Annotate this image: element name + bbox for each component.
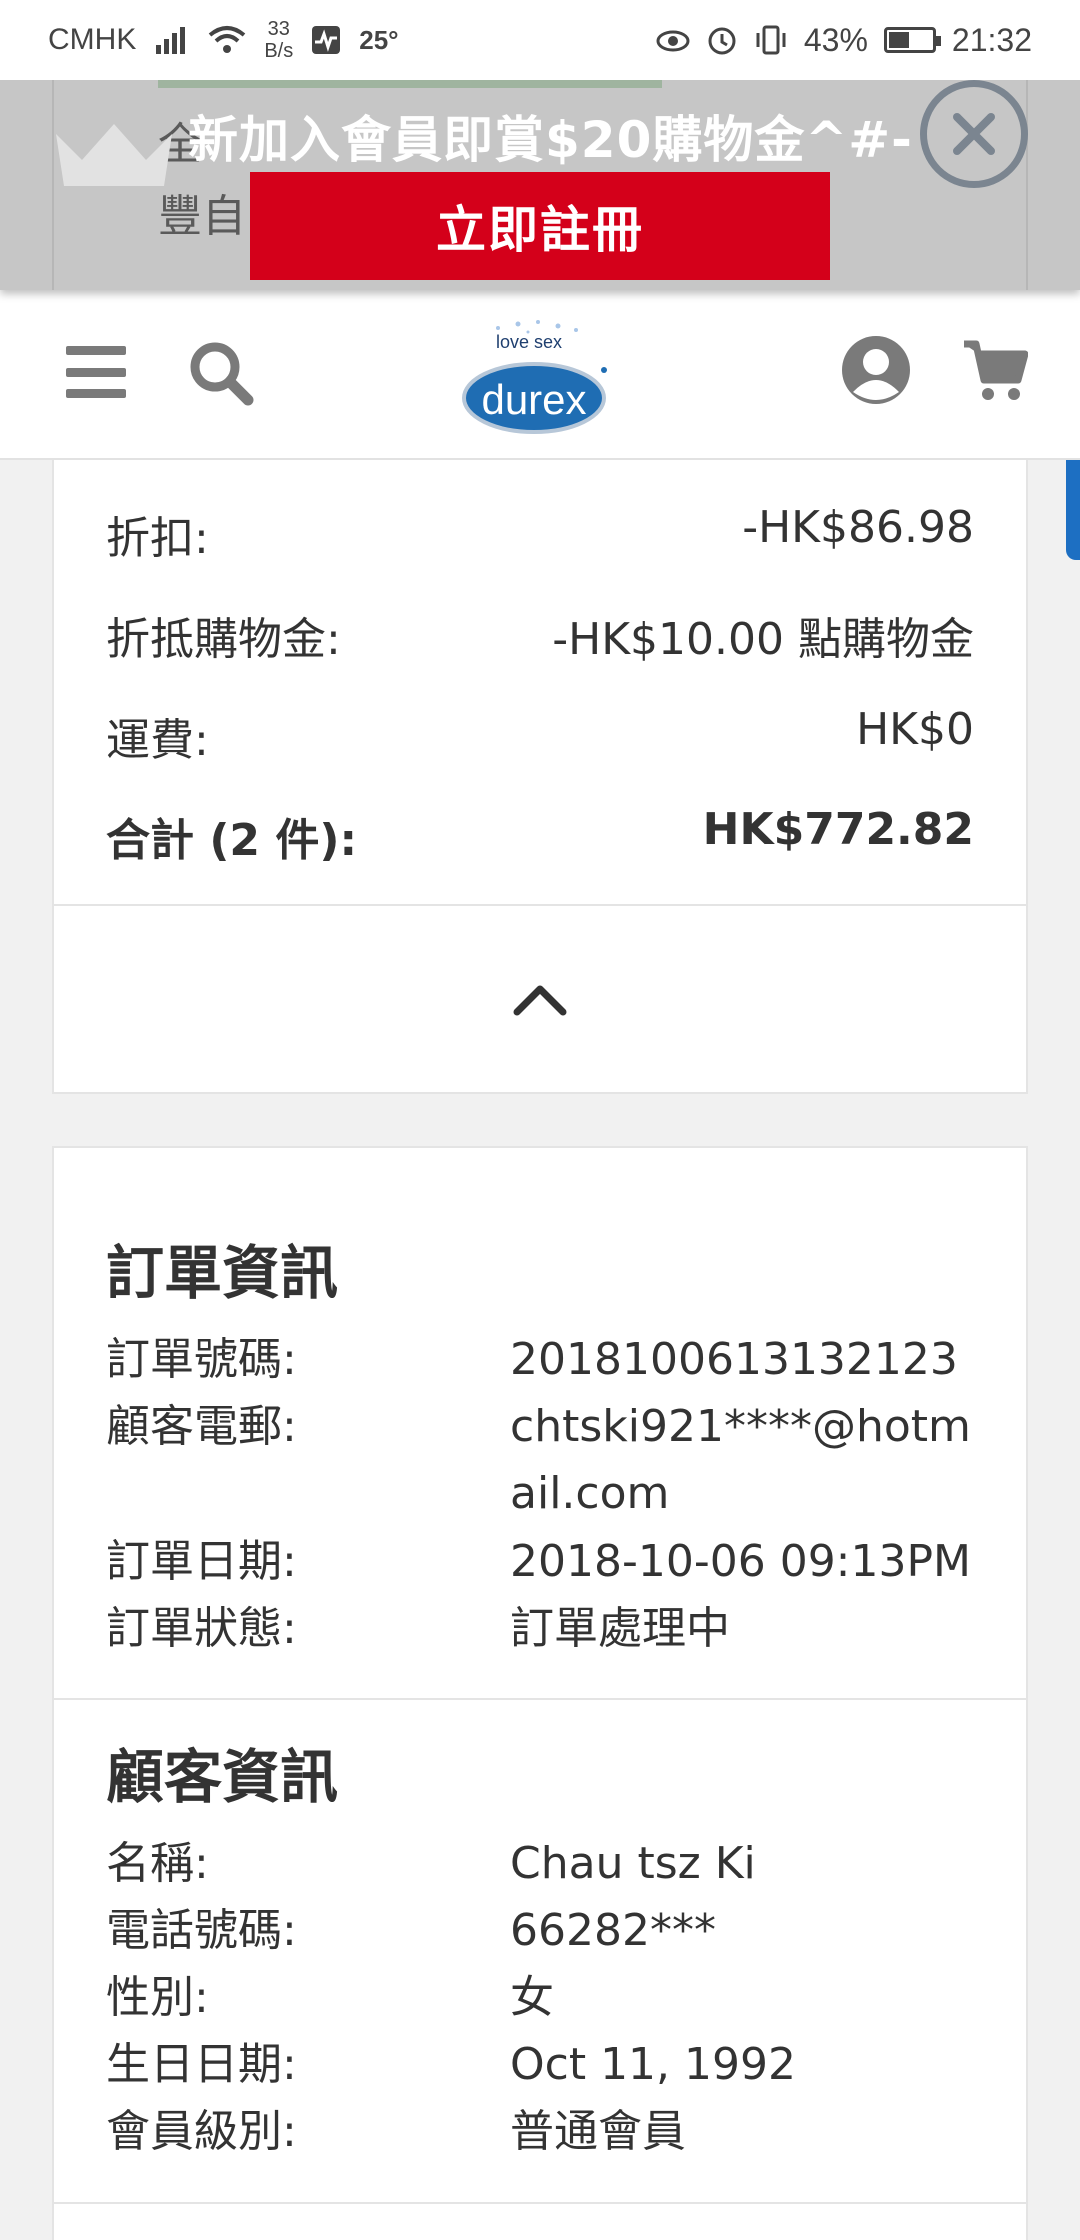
customer-info-title: 顧客資訊 bbox=[106, 1743, 339, 1811]
eye-icon bbox=[656, 30, 690, 52]
section-divider bbox=[54, 2202, 1026, 2204]
wifi-icon bbox=[209, 26, 246, 53]
battery-percent: 43% bbox=[803, 21, 868, 58]
search-icon[interactable] bbox=[188, 340, 254, 406]
battery-icon bbox=[883, 27, 941, 53]
temperature: 25° bbox=[359, 24, 399, 55]
user-icon[interactable] bbox=[840, 334, 912, 406]
promo-banner: 全 豐自 新加入會員即賞$20購物金^#- 立即註冊 bbox=[0, 80, 1080, 290]
promo-title: 新加入會員即賞$20購物金^#- bbox=[188, 111, 913, 169]
summary-row-discount: 折扣: -HK$86.98 bbox=[106, 502, 974, 564]
menu-icon[interactable] bbox=[66, 346, 126, 398]
clock: 21:32 bbox=[951, 21, 1032, 58]
summary-row-total: 合計 (2 件): HK$772.82 bbox=[106, 804, 974, 866]
collapse-toggle[interactable] bbox=[52, 904, 1028, 1094]
carrier-name: CMHK bbox=[48, 23, 137, 56]
logo-tagline: love sex bbox=[496, 332, 563, 352]
vibrate-icon bbox=[756, 25, 786, 55]
order-number-row: 訂單號碼: 2018100613132123 bbox=[106, 1334, 958, 1385]
register-button[interactable]: 立即註冊 bbox=[250, 172, 830, 280]
membership-level-row: 會員級別: 普通會員 bbox=[106, 2106, 686, 2157]
close-icon[interactable] bbox=[920, 80, 1028, 188]
section-divider bbox=[54, 1698, 1026, 1700]
durex-logo[interactable]: love sex durex bbox=[458, 318, 618, 438]
customer-name-row: 名稱: Chau tsz Ki bbox=[106, 1838, 756, 1889]
status-bar: CMHK 33 B/s 25° 43% 21:32 bbox=[0, 0, 1080, 80]
order-info-title: 訂單資訊 bbox=[106, 1239, 339, 1307]
customer-birthday-row: 生日日期: Oct 11, 1992 bbox=[106, 2039, 796, 2090]
customer-email-row: 顧客電郵: chtski921****@hotmail.com bbox=[106, 1401, 971, 1519]
crown-icon bbox=[56, 124, 172, 186]
signal-icon bbox=[156, 27, 186, 54]
customer-phone-row: 電話號碼: 66282*** bbox=[106, 1905, 716, 1956]
alarm-icon bbox=[708, 27, 736, 55]
info-card: 訂單資訊 訂單號碼: 2018100613132123 顧客電郵: chtski… bbox=[52, 1146, 1028, 2240]
summary-row-shipping: 運費: HK$0 bbox=[106, 704, 974, 766]
cart-icon[interactable] bbox=[962, 338, 1028, 404]
logo-text: durex bbox=[481, 376, 587, 423]
order-date-row: 訂單日期: 2018-10-06 09:13PM bbox=[106, 1536, 971, 1587]
order-summary: 折扣: -HK$86.98 折抵購物金: -HK$10.00 點購物金 運費: … bbox=[52, 440, 1028, 906]
chevron-up-icon[interactable] bbox=[513, 982, 567, 1016]
summary-row-credit: 折抵購物金: -HK$10.00 點購物金 bbox=[106, 614, 974, 665]
network-speed: 33 B/s bbox=[264, 18, 294, 62]
health-icon bbox=[312, 26, 341, 54]
order-status-row: 訂單狀態: 訂單處理中 bbox=[106, 1603, 730, 1654]
site-header: love sex durex bbox=[0, 290, 1080, 460]
customer-gender-row: 性別: 女 bbox=[106, 1972, 554, 2023]
